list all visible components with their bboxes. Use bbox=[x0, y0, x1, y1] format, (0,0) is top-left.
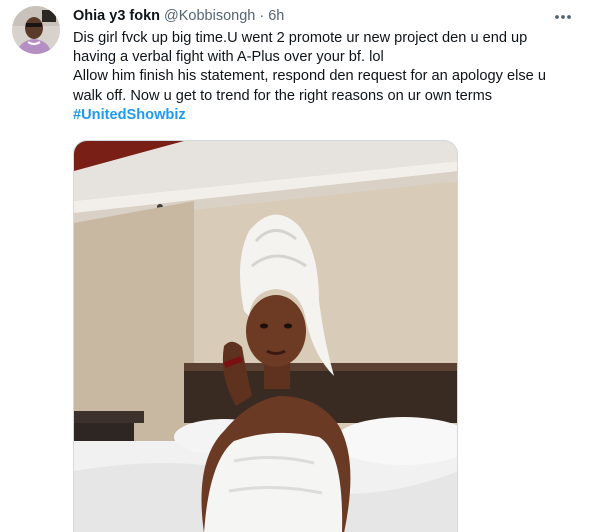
user-handle[interactable]: @Kobbisongh bbox=[164, 8, 255, 24]
tweet-text-line: having a verbal fight with A-Plus over y… bbox=[73, 49, 384, 66]
tweet-text-line: Allow him finish his statement, respond … bbox=[73, 68, 546, 85]
avatar-image bbox=[12, 6, 60, 54]
more-horizontal-icon bbox=[555, 15, 571, 19]
tweet-text-line: Dis girl fvck up big time.U went 2 promo… bbox=[73, 30, 528, 46]
separator-dot: · bbox=[259, 8, 265, 24]
more-options-button[interactable] bbox=[550, 6, 576, 28]
photo-image bbox=[74, 141, 457, 532]
timestamp[interactable]: 6h bbox=[268, 8, 284, 24]
tweet-text: Dis girl fvck up big time.U went 2 promo… bbox=[73, 29, 578, 125]
tweet-text-line: walk off. Now u get to trend for the rig… bbox=[73, 87, 493, 104]
hashtag-link[interactable]: #UnitedShowbiz bbox=[73, 107, 186, 123]
tweet[interactable]: Ohia y3 fokn @Kobbisongh · 6h Dis girl f… bbox=[0, 0, 590, 532]
tweet-photo[interactable] bbox=[73, 140, 458, 532]
tweet-header: Ohia y3 fokn @Kobbisongh · 6h bbox=[73, 8, 284, 26]
avatar[interactable] bbox=[12, 6, 60, 54]
display-name[interactable]: Ohia y3 fokn bbox=[73, 8, 160, 24]
